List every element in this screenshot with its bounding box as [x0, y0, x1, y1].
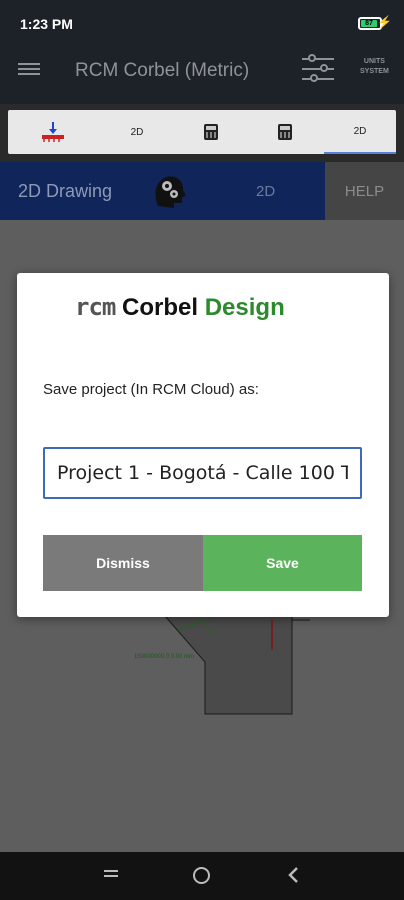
charging-icon: ⚡: [377, 15, 392, 29]
menu-icon[interactable]: [18, 60, 40, 78]
help-button[interactable]: HELP: [325, 162, 404, 220]
section-bar: 2D Drawing 2D HELP: [0, 162, 404, 220]
tab-load[interactable]: [8, 110, 98, 154]
app-title: RCM Corbel (Metric): [75, 60, 250, 81]
battery-level: 87: [361, 20, 377, 27]
units-label-line2: SYSTEM: [360, 68, 389, 75]
status-bar: 1:23 PM 87 ⚡: [0, 0, 404, 48]
gears-head-icon[interactable]: [150, 172, 188, 210]
status-time: 1:23 PM: [20, 16, 73, 32]
system-nav-bar: [0, 852, 404, 900]
save-prompt: Save project (In RCM Cloud) as:: [43, 381, 259, 398]
app-bar: RCM Corbel (Metric) UNITS SYSTEM: [0, 48, 404, 104]
units-label-line1: UNITS: [363, 58, 385, 65]
back-icon[interactable]: [287, 866, 301, 884]
tab-2d-geometry[interactable]: 2D: [98, 110, 176, 154]
rcm-corbel-design-logo: rcm Corbel Design: [75, 293, 285, 322]
dimension-text: 150000000.0 0.00 mm: [134, 654, 194, 660]
logo-design: Design: [204, 294, 285, 321]
save-button[interactable]: Save: [203, 535, 362, 591]
project-name-input[interactable]: [43, 447, 362, 499]
save-project-dialog: rcm Corbel Design Save project (In RCM C…: [17, 273, 389, 617]
logo-rcm: rcm: [75, 293, 116, 321]
calculator-icon: [278, 124, 292, 140]
tab-bar: 2D 2D: [8, 110, 396, 154]
logo-corbel: Corbel: [122, 294, 199, 321]
settings-sliders-icon[interactable]: [300, 52, 336, 86]
tab-label: 2D: [130, 126, 144, 138]
units-system-button[interactable]: UNITS SYSTEM: [360, 57, 389, 77]
load-arrow-icon: [42, 122, 64, 142]
tab-calculator-1[interactable]: [176, 110, 246, 154]
home-icon[interactable]: [193, 867, 210, 884]
tab-label: 2D: [353, 125, 367, 137]
tab-2d-drawing[interactable]: 2D: [324, 110, 396, 154]
dismiss-button[interactable]: Dismiss: [43, 535, 203, 591]
section-title: 2D Drawing: [18, 181, 113, 201]
view-2d-label[interactable]: 2D: [256, 183, 275, 200]
tab-calculator-2[interactable]: [246, 110, 324, 154]
recents-icon[interactable]: [104, 870, 118, 880]
calculator-icon: [204, 124, 218, 140]
